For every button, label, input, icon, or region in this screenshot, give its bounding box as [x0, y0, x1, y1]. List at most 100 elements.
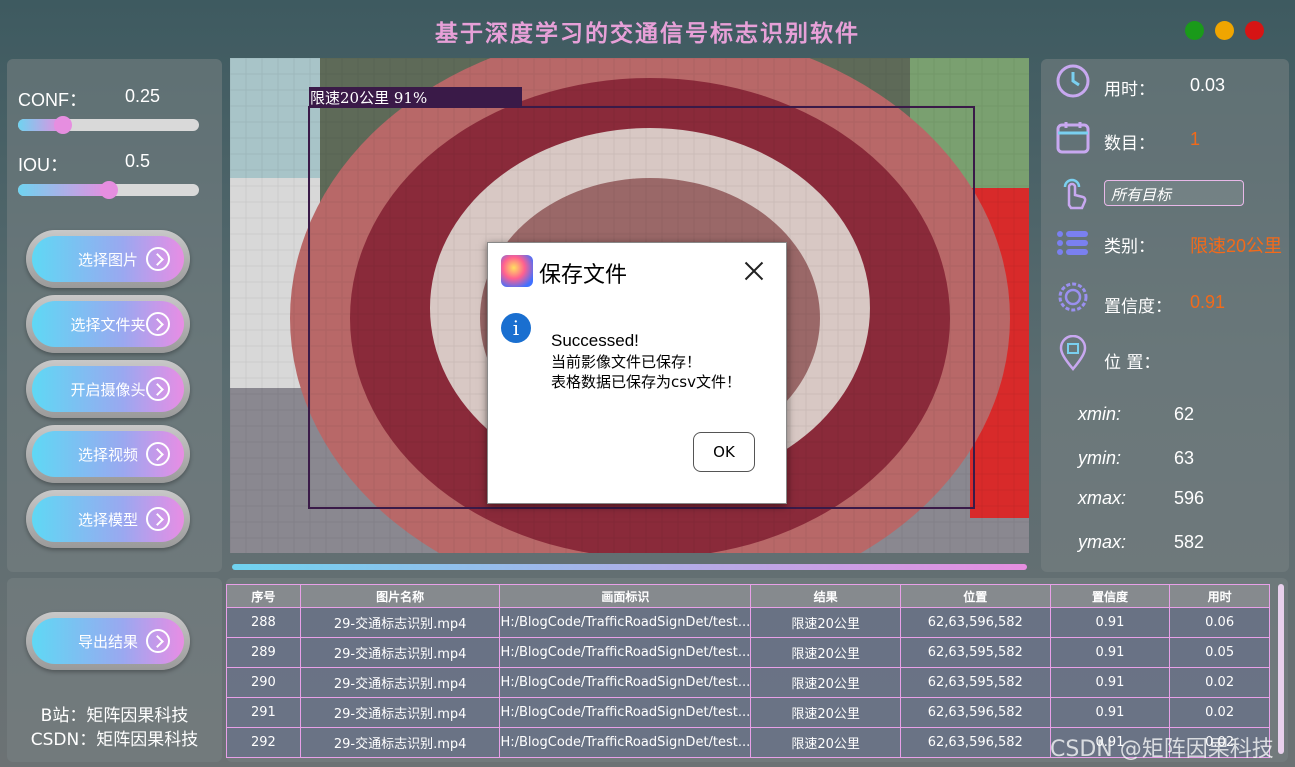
select-video-button[interactable]: 选择视频: [26, 425, 190, 483]
table-cell: 292: [226, 727, 301, 758]
list-icon: [1057, 231, 1088, 255]
clock-icon: [1056, 64, 1090, 98]
chevron-right-icon: [146, 312, 170, 336]
table-cell: 0.91: [1049, 637, 1171, 668]
count-value: 1: [1190, 129, 1201, 149]
dialog-message-success: Successed!: [551, 331, 639, 350]
table-cell: 288: [226, 607, 301, 638]
table-cell: 0.02: [1169, 667, 1270, 698]
info-icon: i: [501, 313, 531, 343]
table-cell: H:/BlogCode/TrafficRoadSignDet/test...: [499, 637, 752, 668]
conf-slider-thumb[interactable]: [54, 116, 72, 134]
table-cell: 62,63,596,582: [899, 697, 1051, 728]
maximize-button[interactable]: [1185, 21, 1204, 40]
xmin-value: 62: [1174, 404, 1195, 424]
header-position[interactable]: 位置: [899, 584, 1051, 608]
calendar-icon: [1056, 122, 1090, 154]
table-cell: 限速20公里: [750, 727, 901, 758]
select-image-button[interactable]: 选择图片: [26, 230, 190, 288]
header-frame-id[interactable]: 画面标识: [499, 584, 752, 608]
header-result[interactable]: 结果: [750, 584, 901, 608]
detection-label: 限速20公里 91%: [310, 89, 428, 107]
minimize-button[interactable]: [1215, 21, 1234, 40]
open-camera-button[interactable]: 开启摄像头: [26, 360, 190, 418]
table-cell: 291: [226, 697, 301, 728]
table-cell: H:/BlogCode/TrafficRoadSignDet/test...: [499, 607, 752, 638]
open-camera-label: 开启摄像头: [70, 380, 146, 399]
watermark: CSDN @矩阵因果科技: [1050, 737, 1274, 762]
select-image-label: 选择图片: [77, 250, 138, 269]
conf-label: CONF：: [18, 90, 87, 110]
header-index[interactable]: 序号: [226, 584, 301, 608]
dialog-message-csv-saved: 表格数据已保存为csv文件！: [551, 373, 741, 391]
table-cell: 0.91: [1049, 697, 1171, 728]
settings-icon: [1058, 282, 1088, 312]
chevron-right-icon: [146, 442, 170, 466]
table-cell: 290: [226, 667, 301, 698]
select-folder-button[interactable]: 选择文件夹: [26, 295, 190, 353]
table-cell: 限速20公里: [750, 637, 901, 668]
ymax-label: ymax:: [1078, 532, 1127, 552]
table-scrollbar[interactable]: [1278, 584, 1284, 754]
table-cell: 0.02: [1169, 697, 1270, 728]
class-value: 限速20公里: [1190, 236, 1283, 256]
ymin-value: 63: [1174, 448, 1195, 468]
iou-slider-thumb[interactable]: [100, 181, 118, 199]
table-cell: 289: [226, 637, 301, 668]
confidence-value: 0.91: [1190, 292, 1226, 312]
close-window-button[interactable]: [1245, 21, 1264, 40]
table-cell: 62,63,596,582: [899, 607, 1051, 638]
dialog-title: 保存文件: [539, 263, 628, 288]
table-cell: H:/BlogCode/TrafficRoadSignDet/test...: [499, 727, 752, 758]
location-icon: [1059, 335, 1087, 371]
table-cell: 0.05: [1169, 637, 1270, 668]
table-row[interactable]: 288 29-交通标志识别.mp4 H:/BlogCode/TrafficRoa…: [226, 607, 1270, 638]
result-panel: 用时： 0.03 数目： 1 所有目标 类别： 限速20公里 置信度： 0.91…: [1041, 59, 1289, 572]
csdn-credit: CSDN：矩阵因果科技: [30, 730, 199, 750]
table-cell: 0.06: [1169, 607, 1270, 638]
close-icon[interactable]: [742, 259, 766, 283]
ok-button[interactable]: OK: [693, 432, 755, 472]
select-model-button[interactable]: 选择模型: [26, 490, 190, 548]
position-label: 位 置：: [1104, 353, 1161, 373]
progress-bar: [232, 564, 1027, 570]
chevron-right-icon: [146, 247, 170, 271]
save-dialog: 保存文件 i Successed! 当前影像文件已保存！ 表格数据已保存为csv…: [487, 242, 787, 504]
table-header-row: 序号 图片名称 画面标识 结果 位置 置信度 用时: [226, 584, 1270, 608]
xmax-value: 596: [1174, 488, 1205, 508]
table-cell: 29-交通标志识别.mp4: [299, 637, 501, 668]
time-label: 用时：: [1104, 80, 1155, 100]
dialog-message-image-saved: 当前影像文件已保存！: [551, 353, 702, 371]
conf-slider[interactable]: [18, 116, 199, 134]
table-cell: 限速20公里: [750, 607, 901, 638]
bilibili-credit: B站：矩阵因果科技: [40, 706, 189, 726]
table-row[interactable]: 289 29-交通标志识别.mp4 H:/BlogCode/TrafficRoa…: [226, 637, 1270, 668]
table-cell: H:/BlogCode/TrafficRoadSignDet/test...: [499, 667, 752, 698]
iou-label: IOU：: [18, 155, 69, 175]
iou-slider[interactable]: [18, 181, 199, 199]
table-cell: 0.91: [1049, 607, 1171, 638]
export-results-button[interactable]: 导出结果: [26, 612, 190, 670]
header-confidence[interactable]: 置信度: [1049, 584, 1171, 608]
header-time[interactable]: 用时: [1169, 584, 1270, 608]
ymin-label: ymin:: [1078, 448, 1122, 468]
table-row[interactable]: 291 29-交通标志识别.mp4 H:/BlogCode/TrafficRoa…: [226, 697, 1270, 728]
app-logo-icon: [501, 255, 533, 287]
table-cell: 限速20公里: [750, 697, 901, 728]
table-cell: 0.91: [1049, 667, 1171, 698]
export-panel: 导出结果 B站：矩阵因果科技 CSDN：矩阵因果科技: [7, 578, 222, 762]
table-cell: 62,63,596,582: [899, 727, 1051, 758]
table-cell: 限速20公里: [750, 667, 901, 698]
touch-icon: [1063, 178, 1087, 210]
target-select[interactable]: 所有目标: [1104, 180, 1244, 206]
select-folder-label: 选择文件夹: [70, 315, 146, 334]
table-cell: 29-交通标志识别.mp4: [299, 607, 501, 638]
conf-value: 0.25: [125, 86, 161, 106]
header-image-name[interactable]: 图片名称: [299, 584, 501, 608]
xmax-label: xmax:: [1078, 488, 1127, 508]
xmin-label: xmin:: [1078, 404, 1122, 424]
table-cell: H:/BlogCode/TrafficRoadSignDet/test...: [499, 697, 752, 728]
chevron-right-icon: [146, 507, 170, 531]
class-label: 类别：: [1104, 237, 1155, 257]
table-row[interactable]: 290 29-交通标志识别.mp4 H:/BlogCode/TrafficRoa…: [226, 667, 1270, 698]
